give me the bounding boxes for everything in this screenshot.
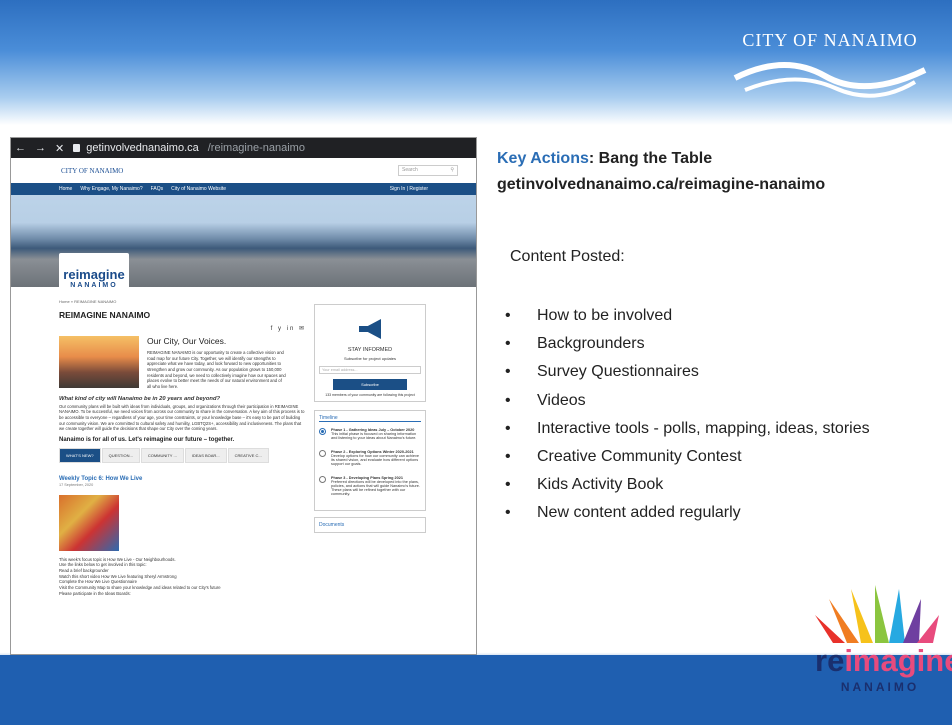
- list-item: • New content added regularly: [505, 504, 741, 522]
- body-text: Our community plans will be built with i…: [59, 403, 305, 432]
- tab-community[interactable]: COMMUNITY ...: [140, 448, 184, 464]
- reimagine-word: reimagine: [815, 643, 952, 678]
- list-item: • Interactive tools - polls, mapping, ide…: [505, 419, 870, 437]
- url-domain: getinvolvednanaimo.ca: [86, 142, 199, 154]
- list-item-text: Videos: [537, 391, 586, 409]
- followers-text: 133 members of your community are follow…: [325, 393, 415, 397]
- tab-ideas-board[interactable]: IDEAS BOAR...: [184, 448, 227, 464]
- nav-faqs[interactable]: FAQs: [151, 186, 164, 192]
- phase-desc: This initial phase is focused on sharing…: [331, 432, 417, 440]
- stay-informed-box: STAY INFORMED Subscribe for project upda…: [314, 304, 426, 402]
- url-bar[interactable]: getinvolvednanaimo.ca/reimagine-nanaimo: [86, 142, 314, 154]
- megaphone-icon: [359, 319, 381, 339]
- share-icons[interactable]: f y in ✉: [59, 325, 306, 333]
- phase-desc: Preferred directions will be developed i…: [331, 480, 420, 496]
- key-actions-suffix: : Bang the Table: [588, 150, 713, 167]
- weekly-body: This week's focus topic is How We Live -…: [59, 557, 306, 597]
- email-field[interactable]: Your email address...: [319, 366, 421, 374]
- timeline-phase: Phase 1 - Gathering Ideas July – October…: [319, 428, 421, 440]
- forward-arrow-icon[interactable]: →: [35, 142, 46, 154]
- key-actions-label: Key Actions: [497, 150, 589, 167]
- subscribe-hint: Subscribe for project updates: [343, 356, 397, 361]
- list-item: • Videos: [505, 391, 586, 409]
- reimagine-sub: NANAIMO: [840, 680, 920, 694]
- list-item-text: Backgrounders: [537, 335, 645, 353]
- hero-logo-bottom: NANAIMO: [70, 282, 118, 289]
- phase-icon: [319, 476, 326, 483]
- subscribe-button[interactable]: Subscribe: [333, 379, 407, 390]
- content-list: • How to be involved • Backgrounders • Surv…: [505, 306, 945, 532]
- list-item: • How to be involved: [505, 307, 673, 324]
- key-actions-heading: Key Actions: Bang the Table getinvolvedn…: [497, 150, 825, 194]
- site-header: CITY OF NANAIMO Search ⚲: [11, 158, 476, 183]
- list-item: • Kids Activity Book: [505, 476, 664, 494]
- tab-creative[interactable]: CREATIVE C...: [227, 448, 269, 464]
- stay-informed-title: STAY INFORMED: [347, 347, 393, 353]
- lock-icon: [73, 144, 81, 152]
- timeline-phase: Phase 2 - Exploring Options Winter 2020-…: [319, 450, 421, 466]
- timeline-box: Timeline Phase 1 - Gathering Ideas July …: [314, 410, 426, 511]
- hero-reimagine-logo: reimagine NANAIMO: [59, 253, 129, 295]
- voices-text: REIMAGINE NANAIMO is our opportunity to …: [147, 350, 286, 390]
- list-item: • Survey Questionnaires: [505, 363, 699, 381]
- lego-house-image: [59, 494, 119, 551]
- main-column: REIMAGINE NANAIMO f y in ✉ Our City, Our…: [59, 304, 306, 596]
- close-icon[interactable]: ✕: [55, 142, 64, 155]
- voices-section: Our City, Our Voices. REIMAGINE NANAIMO …: [59, 335, 306, 390]
- list-item-text: Survey Questionnaires: [537, 363, 699, 381]
- sunset-flag-photo: [59, 335, 139, 388]
- phase-icon: [319, 450, 326, 457]
- site-search-input[interactable]: Search ⚲: [398, 165, 458, 176]
- timeline-phase: Phase 3 - Developing Plans Spring 2021 Pr…: [319, 476, 421, 496]
- question-heading: What kind of city will Nanaimo be in 20 …: [59, 395, 221, 402]
- back-arrow-icon[interactable]: ←: [15, 142, 26, 154]
- sidebar: STAY INFORMED Subscribe for project upda…: [314, 304, 426, 596]
- key-actions-url: getinvolvednanaimo.ca/reimagine-nanaimo: [497, 176, 826, 193]
- wave-icon: [733, 62, 927, 98]
- search-placeholder: Search: [402, 167, 418, 173]
- reimagine-nanaimo-logo: reimagine NANAIMO: [815, 585, 952, 703]
- list-item: • Creative Community Contest: [505, 447, 742, 465]
- voices-title: Our City, Our Voices.: [147, 335, 227, 346]
- phase-active-icon: [319, 428, 326, 435]
- nav-why-engage[interactable]: Why Engage, My Nanaimo?: [80, 186, 142, 192]
- url-path: /reimagine-nanaimo: [207, 142, 305, 154]
- browser-screenshot: ← → ✕ getinvolvednanaimo.ca/reimagine-na…: [10, 137, 477, 655]
- phase-desc: Develop options for how our community ca…: [331, 454, 420, 466]
- timeline-title: Timeline: [319, 415, 421, 422]
- page-title: REIMAGINE NANAIMO: [59, 310, 151, 320]
- site-logo[interactable]: CITY OF NANAIMO: [61, 167, 123, 175]
- reimagine-word-b: imagine: [844, 643, 952, 678]
- list-item: • Backgrounders: [505, 335, 645, 353]
- site-nav: Home Why Engage, My Nanaimo? FAQs City o…: [11, 183, 476, 195]
- tab-whats-new[interactable]: WHAT'S NEW?: [59, 448, 101, 464]
- list-item-text: New content added regularly: [537, 504, 741, 522]
- slide: CITY OF NANAIMO ← → ✕ getinvolvednanaimo…: [0, 0, 952, 725]
- list-item-text: Kids Activity Book: [537, 476, 664, 494]
- documents-box[interactable]: Documents: [314, 517, 426, 533]
- sign-in-link[interactable]: Sign In | Register: [390, 186, 428, 192]
- bottom-band: [0, 655, 952, 725]
- hero-logo-top: reimagine: [63, 267, 125, 282]
- hero-banner: reimagine NANAIMO: [11, 195, 476, 295]
- rainbow-fan-icon: [815, 585, 939, 643]
- reimagine-word-a: re: [815, 643, 845, 678]
- nav-home[interactable]: Home: [59, 186, 72, 192]
- weekly-topic-title[interactable]: Weekly Topic 6: How We Live: [59, 475, 306, 483]
- participate-line: Please participate in the Ideas Boards:: [59, 590, 131, 596]
- weekly-date: 17 September, 2020: [59, 483, 94, 488]
- tagline: Nanaimo is for all of us. Let's reimagin…: [59, 436, 235, 443]
- content-posted-label: Content Posted:: [510, 248, 625, 265]
- list-item-text: Interactive tools - polls, mapping, idea…: [537, 419, 870, 437]
- search-icon: ⚲: [450, 167, 454, 173]
- browser-toolbar: ← → ✕ getinvolvednanaimo.ca/reimagine-na…: [11, 138, 476, 158]
- site-content: REIMAGINE NANAIMO f y in ✉ Our City, Our…: [11, 304, 476, 596]
- tab-questionnaire[interactable]: QUESTION...: [101, 448, 140, 464]
- nav-city-website[interactable]: City of Nanaimo Website: [171, 186, 226, 192]
- city-of-nanaimo-logo: CITY OF NANAIMO: [715, 30, 945, 100]
- list-item-text: Creative Community Contest: [537, 447, 742, 465]
- list-item-text: How to be involved: [537, 307, 673, 324]
- tabs: WHAT'S NEW? QUESTION... COMMUNITY ... ID…: [59, 448, 306, 464]
